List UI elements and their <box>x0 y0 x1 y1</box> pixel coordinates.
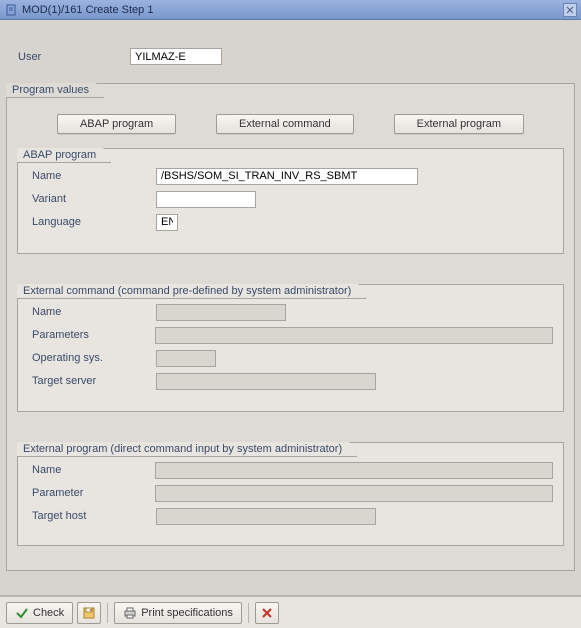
abap-language-label: Language <box>28 216 156 228</box>
check-icon <box>15 606 29 620</box>
abap-language-field[interactable] <box>156 214 178 231</box>
check-button[interactable]: Check <box>6 602 73 624</box>
print-spec-button[interactable]: Print specifications <box>114 602 242 624</box>
ext-prog-legend: External program (direct command input b… <box>17 442 357 457</box>
print-spec-label: Print specifications <box>141 607 233 619</box>
extcmd-name-field <box>156 304 286 321</box>
abap-program-button[interactable]: ABAP program <box>57 114 176 134</box>
close-icon[interactable] <box>563 3 577 17</box>
abap-variant-field[interactable] <box>156 191 256 208</box>
external-program-button[interactable]: External program <box>394 114 524 134</box>
cancel-icon <box>260 606 274 620</box>
abap-variant-label: Variant <box>28 193 156 205</box>
save-icon <box>82 606 96 620</box>
cancel-button[interactable] <box>255 602 279 624</box>
extcmd-os-field <box>156 350 216 367</box>
abap-name-label: Name <box>28 170 156 182</box>
titlebar: MOD(1)/161 Create Step 1 <box>0 0 581 20</box>
program-values-group: Program values ABAP program External com… <box>6 83 575 571</box>
ext-cmd-legend: External command (command pre-defined by… <box>17 284 366 299</box>
content: User Program values ABAP program Externa… <box>0 20 581 595</box>
abap-group: ABAP program Name Variant Language <box>17 148 564 254</box>
toolbar-separator-2 <box>248 603 249 623</box>
window-icon <box>6 4 18 16</box>
extprog-host-label: Target host <box>28 510 156 522</box>
external-command-group: External command (command pre-defined by… <box>17 284 564 412</box>
user-label: User <box>18 51 130 63</box>
program-type-buttons: ABAP program External command External p… <box>17 108 564 148</box>
extprog-param-label: Parameter <box>28 487 155 499</box>
bottom-toolbar: Check Print specifications <box>0 595 581 628</box>
printer-icon <box>123 606 137 620</box>
extcmd-target-label: Target server <box>28 375 156 387</box>
save-button[interactable] <box>77 602 101 624</box>
abap-name-field[interactable] <box>156 168 418 185</box>
toolbar-separator <box>107 603 108 623</box>
extcmd-params-label: Parameters <box>28 329 155 341</box>
abap-legend: ABAP program <box>17 148 111 163</box>
extprog-param-field <box>155 485 553 502</box>
extprog-name-field <box>155 462 553 479</box>
window-title: MOD(1)/161 Create Step 1 <box>22 4 563 16</box>
extprog-host-field <box>156 508 376 525</box>
extcmd-params-field <box>155 327 553 344</box>
user-field[interactable] <box>130 48 222 65</box>
extcmd-target-field <box>156 373 376 390</box>
extprog-name-label: Name <box>28 464 155 476</box>
external-command-button[interactable]: External command <box>216 114 354 134</box>
extcmd-name-label: Name <box>28 306 156 318</box>
check-label: Check <box>33 607 64 619</box>
extcmd-os-label: Operating sys. <box>28 352 156 364</box>
program-values-legend: Program values <box>6 83 104 98</box>
external-program-group: External program (direct command input b… <box>17 442 564 546</box>
user-row: User <box>18 48 575 65</box>
